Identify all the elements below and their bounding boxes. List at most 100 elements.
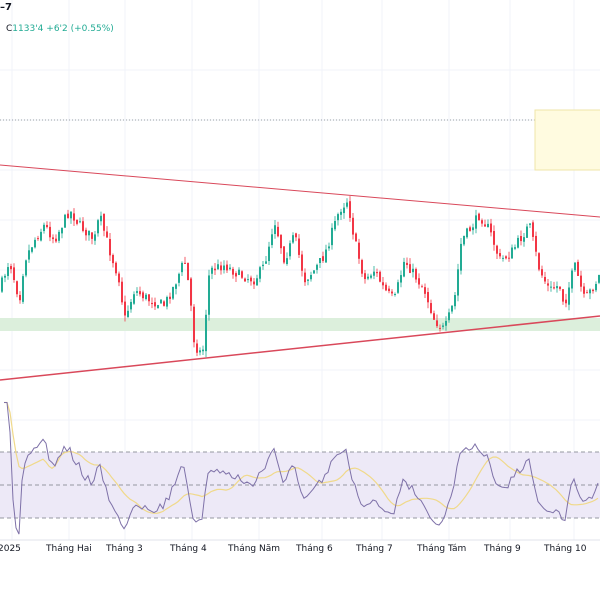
candle-body bbox=[223, 265, 225, 271]
x-axis-label: Tháng 9 bbox=[484, 544, 521, 554]
change-value: +6'2 bbox=[46, 24, 68, 34]
candle-body bbox=[571, 270, 573, 289]
candle-body bbox=[376, 272, 378, 274]
candle-body bbox=[538, 253, 540, 270]
candle-body bbox=[169, 296, 171, 299]
candle-body bbox=[136, 291, 138, 293]
candle-body bbox=[172, 286, 174, 299]
candle-body bbox=[13, 267, 15, 280]
candle-body bbox=[10, 266, 12, 270]
candle-body bbox=[88, 230, 90, 236]
candle-body bbox=[418, 278, 420, 285]
candle-body bbox=[343, 207, 345, 214]
candle-body bbox=[400, 275, 402, 283]
price-chart[interactable] bbox=[0, 0, 600, 600]
candle-body bbox=[319, 258, 321, 264]
x-axis-label: Tháng 6 bbox=[296, 544, 333, 554]
candle-body bbox=[22, 276, 24, 302]
candle-body bbox=[295, 233, 297, 238]
candle-body bbox=[520, 236, 522, 242]
candle-body bbox=[64, 214, 66, 228]
candle-body bbox=[73, 213, 75, 221]
ohlc-legend: C1133'4 +6'2 (+0.55%) bbox=[6, 24, 114, 34]
candle-body bbox=[268, 246, 270, 262]
candle-body bbox=[205, 314, 207, 352]
candle-body bbox=[262, 264, 264, 267]
candle-body bbox=[121, 281, 123, 303]
candle-body bbox=[310, 274, 312, 280]
target-zone bbox=[534, 109, 600, 171]
candle-body bbox=[478, 213, 480, 221]
candle-body bbox=[499, 253, 501, 257]
candle-body bbox=[592, 289, 594, 292]
candle-body bbox=[139, 291, 141, 295]
candle-body bbox=[133, 294, 135, 304]
candle-body bbox=[451, 305, 453, 312]
candle-body bbox=[481, 220, 483, 224]
candle-body bbox=[586, 292, 588, 294]
candle-body bbox=[253, 281, 255, 285]
candle-body bbox=[145, 294, 147, 300]
candle-body bbox=[544, 276, 546, 282]
candle-body bbox=[385, 284, 387, 291]
candle-body bbox=[373, 271, 375, 276]
candle-body bbox=[202, 349, 204, 352]
candle-body bbox=[532, 222, 534, 237]
candle-body bbox=[181, 262, 183, 273]
candle-body bbox=[316, 264, 318, 270]
change-percent: (+0.55%) bbox=[70, 24, 114, 34]
candle-body bbox=[229, 267, 231, 270]
candle-body bbox=[34, 239, 36, 248]
candle-body bbox=[232, 268, 234, 275]
candle-body bbox=[163, 301, 165, 306]
candle-body bbox=[409, 264, 411, 273]
candle-body bbox=[1, 277, 3, 292]
candle-body bbox=[397, 282, 399, 293]
candle-body bbox=[541, 269, 543, 276]
candle-body bbox=[457, 269, 459, 296]
candle-body bbox=[454, 295, 456, 307]
x-axis-label: Tháng 4 bbox=[170, 544, 207, 554]
candle-body bbox=[214, 268, 216, 271]
candle-body bbox=[187, 262, 189, 281]
candle-body bbox=[406, 262, 408, 265]
candle-body bbox=[361, 260, 363, 274]
candle-body bbox=[67, 213, 69, 218]
x-axis-label: Tháng 10 bbox=[544, 544, 587, 554]
close-value: 1133'4 bbox=[12, 24, 44, 34]
candle-body bbox=[61, 227, 63, 234]
candle-body bbox=[247, 279, 249, 281]
candle-body bbox=[238, 269, 240, 275]
candle-body bbox=[235, 273, 237, 277]
candle-body bbox=[289, 243, 291, 257]
candle-body bbox=[25, 260, 27, 276]
candle-body bbox=[304, 272, 306, 283]
candle-body bbox=[430, 303, 432, 313]
candle-body bbox=[175, 284, 177, 289]
candle-body bbox=[367, 276, 369, 279]
candle-body bbox=[364, 273, 366, 280]
candle-body bbox=[439, 327, 441, 329]
candle-body bbox=[382, 282, 384, 286]
candle-body bbox=[250, 277, 252, 282]
candle-body bbox=[226, 264, 228, 271]
candle-body bbox=[529, 223, 531, 225]
candle-body bbox=[292, 235, 294, 243]
candle-body bbox=[127, 310, 129, 317]
candle-body bbox=[580, 275, 582, 287]
candle-body bbox=[322, 256, 324, 261]
candle-body bbox=[43, 224, 45, 232]
candle-body bbox=[55, 238, 57, 242]
candle-body bbox=[277, 226, 279, 237]
candle-body bbox=[358, 242, 360, 259]
candle-body bbox=[313, 270, 315, 274]
candle-body bbox=[283, 246, 285, 263]
candle-body bbox=[415, 268, 417, 280]
candle-body bbox=[526, 226, 528, 238]
candle-body bbox=[502, 257, 504, 259]
candle-body bbox=[112, 255, 114, 264]
chart-window[interactable]: –7 C1133'4 +6'2 (+0.55%) 2025 Tháng Hai … bbox=[0, 0, 600, 600]
candle-body bbox=[421, 286, 423, 288]
candle-body bbox=[154, 302, 156, 307]
x-axis-label: 2025 bbox=[0, 544, 21, 554]
